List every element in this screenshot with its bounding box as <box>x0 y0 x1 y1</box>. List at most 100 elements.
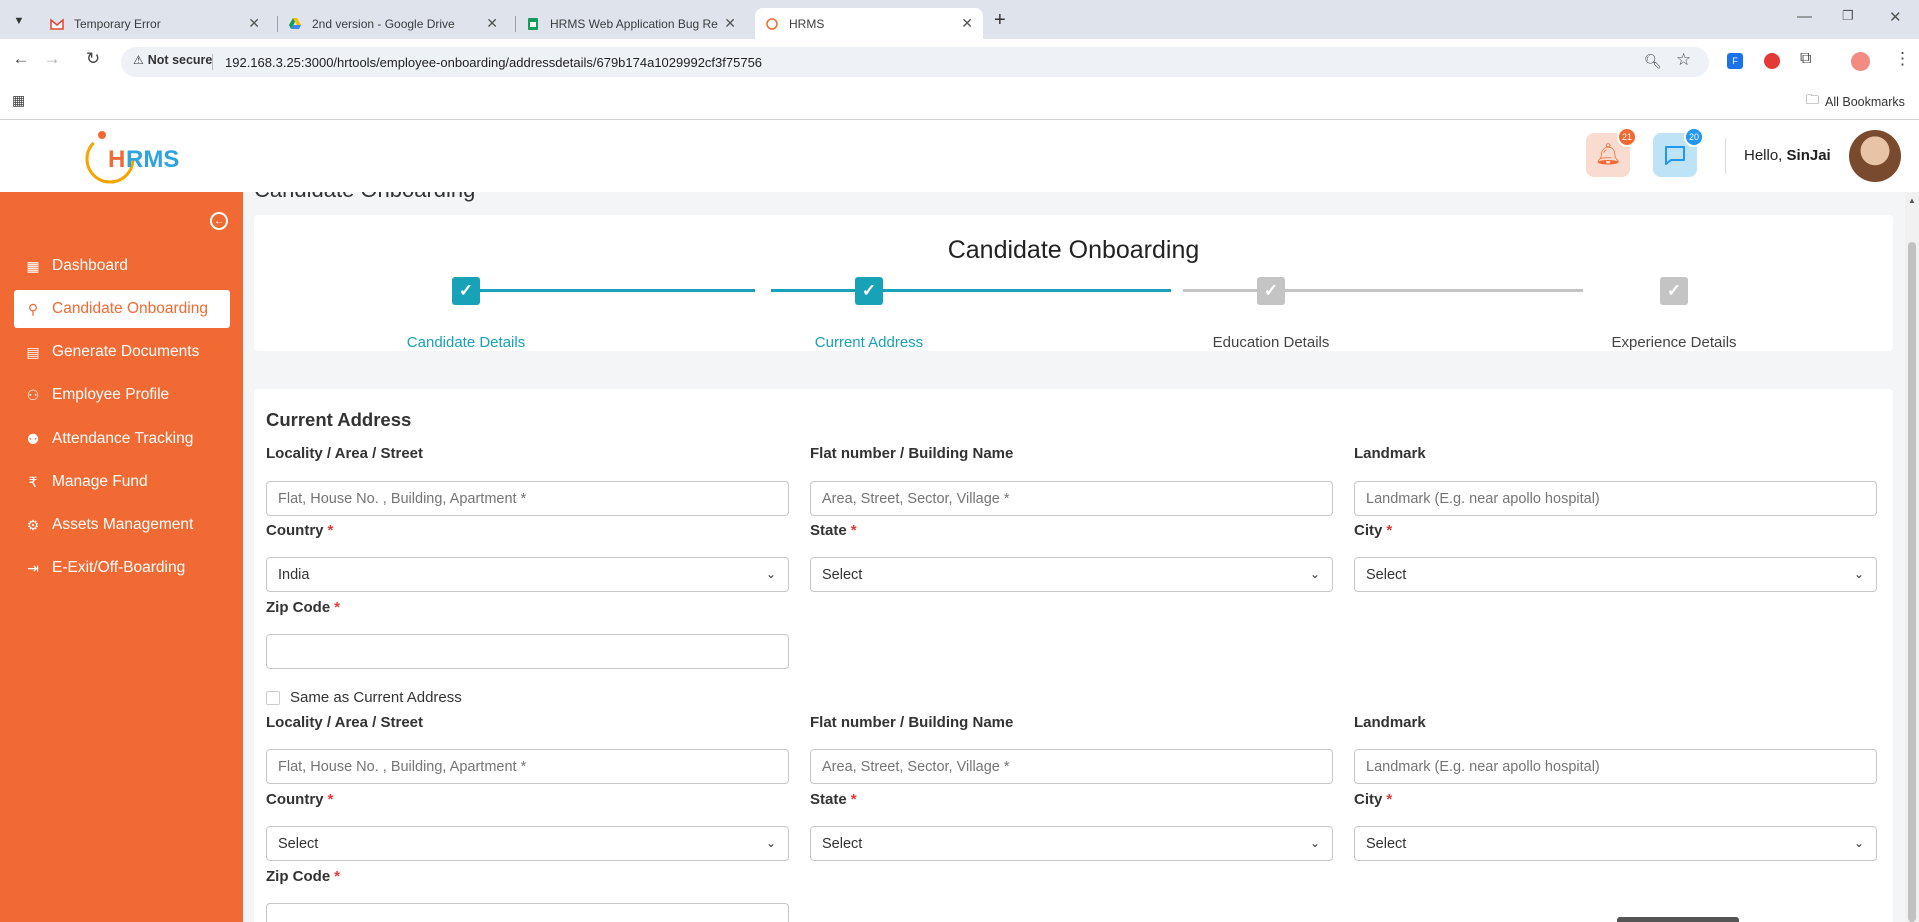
permanent-zip-input[interactable] <box>266 903 789 922</box>
back-icon[interactable]: ← <box>9 47 33 71</box>
notification-count-badge: 21 <box>1617 127 1637 147</box>
section-title: Current Address <box>266 409 412 430</box>
bell-icon: 🔔︎ <box>1594 143 1622 166</box>
scroll-up-icon[interactable]: ▲ <box>1908 196 1916 205</box>
step-2-check-icon[interactable]: ✓ <box>855 277 883 305</box>
same-as-current-checkbox-row[interactable]: Same as Current Address <box>266 689 462 706</box>
tab-search-icon[interactable]: ▼ <box>8 10 30 32</box>
sidebar-item-label: Dashboard <box>52 257 128 274</box>
current-flat-input[interactable]: Area, Street, Sector, Village * <box>810 481 1333 516</box>
floating-tooltip-edge <box>1617 917 1739 922</box>
profile-avatar-icon[interactable] <box>1851 52 1870 71</box>
current-state-select[interactable]: Select ⌄ <box>810 557 1333 592</box>
permanent-flat-input[interactable]: Area, Street, Sector, Village * <box>810 749 1333 784</box>
step-label[interactable]: Candidate Details <box>366 334 566 351</box>
restore-icon[interactable]: ❐ <box>1842 8 1854 24</box>
browser-tab-sheets[interactable]: HRMS Web Application Bug Re ✕ <box>516 8 746 39</box>
step-label[interactable]: Current Address <box>769 334 969 351</box>
permanent-country-select[interactable]: Select ⌄ <box>266 826 789 861</box>
current-landmark-input[interactable]: Landmark (E.g. near apollo hospital) <box>1354 481 1877 516</box>
step-4-check-icon[interactable]: ✓ <box>1660 277 1688 305</box>
close-tab-icon[interactable]: ✕ <box>248 15 260 32</box>
step-label[interactable]: Experience Details <box>1574 334 1774 351</box>
permanent-locality-input[interactable]: Flat, House No. , Building, Apartment * <box>266 749 789 784</box>
extension-icon[interactable]: F <box>1727 53 1743 69</box>
sidebar-item-generate-documents[interactable]: ▤ Generate Documents <box>14 333 230 371</box>
sidebar-item-candidate-onboarding[interactable]: ⚲ Candidate Onboarding <box>14 290 230 328</box>
step-label[interactable]: Education Details <box>1171 334 1371 351</box>
extensions-puzzle-icon[interactable]: ⧉ <box>1800 50 1811 68</box>
users-icon: ⚇ <box>26 386 40 403</box>
required-mark: * <box>850 522 857 539</box>
zip-label-text: Zip Code <box>266 599 331 616</box>
permanent-city-select[interactable]: Select ⌄ <box>1354 826 1877 861</box>
browser-tab-hrms[interactable]: HRMS ✕ <box>755 8 983 39</box>
google-drive-icon <box>288 17 302 31</box>
step-3-check-icon[interactable]: ✓ <box>1257 277 1285 305</box>
step-1-check-icon[interactable]: ✓ <box>452 277 480 305</box>
browser-tab-gmail[interactable]: Temporary Error ✕ <box>40 8 270 39</box>
url-text[interactable]: 192.168.3.25:3000/hrtools/employee-onboa… <box>225 55 762 70</box>
flat-label: Flat number / Building Name <box>810 714 1014 731</box>
chevron-down-icon: ⌄ <box>1309 567 1320 581</box>
city-label-text: City <box>1354 522 1383 539</box>
flat-label: Flat number / Building Name <box>810 445 1014 462</box>
close-tab-icon[interactable]: ✕ <box>724 15 736 32</box>
state-label-text: State <box>810 791 847 808</box>
current-locality-input[interactable]: Flat, House No. , Building, Apartment * <box>266 481 789 516</box>
sidebar-item-label: Employee Profile <box>52 386 170 403</box>
window-close-icon[interactable]: ✕ <box>1889 8 1902 26</box>
all-bookmarks-button[interactable]: 🗀 All Bookmarks <box>1806 91 1905 113</box>
collapse-sidebar-icon[interactable]: ← <box>210 212 228 230</box>
avatar[interactable] <box>1849 130 1901 182</box>
sidebar-item-e-exit[interactable]: ⇥ E-Exit/Off-Boarding <box>14 549 230 587</box>
tab-title: 2nd version - Google Drive <box>312 16 455 31</box>
locality-label: Locality / Area / Street <box>266 445 424 462</box>
close-tab-icon[interactable]: ✕ <box>486 15 498 32</box>
country-label-text: Country <box>266 791 324 808</box>
page-scrollbar[interactable]: ▲ <box>1905 192 1919 922</box>
same-as-current-checkbox[interactable] <box>266 690 280 705</box>
scrollbar-thumb[interactable] <box>1908 242 1916 922</box>
forward-icon[interactable]: → <box>40 47 64 71</box>
required-mark: * <box>1386 791 1393 808</box>
current-country-select[interactable]: India ⌄ <box>266 557 789 592</box>
sidebar-item-manage-fund[interactable]: ₹ Manage Fund <box>14 463 230 501</box>
dashboard-icon: ▦ <box>26 257 40 274</box>
current-zip-input[interactable] <box>266 634 789 669</box>
sidebar-item-dashboard[interactable]: ▦ Dashboard <box>14 247 230 285</box>
locality-label: Locality / Area / Street <box>266 714 424 731</box>
minimize-icon[interactable]: — <box>1797 8 1812 25</box>
gmail-icon <box>50 17 64 31</box>
current-city-select[interactable]: Select ⌄ <box>1354 557 1877 592</box>
attendance-icon: ⚉ <box>26 430 40 447</box>
sidebar-item-employee-profile[interactable]: ⚇ Employee Profile <box>14 376 230 414</box>
city-label: City * <box>1354 522 1392 539</box>
warning-icon: ⚠ <box>133 53 144 67</box>
zoom-icon[interactable]: 🔍︎ <box>1644 53 1662 70</box>
landmark-label: Landmark <box>1354 445 1426 462</box>
sidebar-item-assets-management[interactable]: ⚙ Assets Management <box>14 506 230 544</box>
bookmark-star-icon[interactable]: ☆ <box>1676 50 1691 70</box>
landmark-label: Landmark <box>1354 714 1426 731</box>
hrms-logo[interactable]: H RMS <box>78 127 186 185</box>
reload-icon[interactable]: ↻ <box>81 47 105 71</box>
sidebar-item-label: Candidate Onboarding <box>52 300 208 317</box>
permanent-state-select[interactable]: Select ⌄ <box>810 826 1333 861</box>
extension-icon[interactable] <box>1764 53 1780 69</box>
close-tab-icon[interactable]: ✕ <box>961 15 973 32</box>
browser-tab-bar: ▼ Temporary Error ✕ 2nd version - Google… <box>0 0 1919 39</box>
browser-tab-drive[interactable]: 2nd version - Google Drive ✕ <box>278 8 508 39</box>
page-title: Candidate Onboarding <box>254 192 475 203</box>
greeting: Hello, SinJai <box>1744 147 1831 164</box>
city-label-text: City <box>1354 791 1383 808</box>
browser-menu-icon[interactable]: ⋮ <box>1894 49 1911 69</box>
apps-grid-icon[interactable]: ▦ <box>12 92 25 109</box>
country-label: Country * <box>266 522 333 539</box>
not-secure-indicator[interactable]: ⚠ Not secure <box>133 53 212 67</box>
new-tab-icon[interactable]: + <box>994 9 1006 32</box>
zip-label: Zip Code * <box>266 599 340 616</box>
sidebar-item-label: Manage Fund <box>52 473 148 490</box>
permanent-landmark-input[interactable]: Landmark (E.g. near apollo hospital) <box>1354 749 1877 784</box>
sidebar-item-attendance-tracking[interactable]: ⚉ Attendance Tracking <box>14 420 230 458</box>
